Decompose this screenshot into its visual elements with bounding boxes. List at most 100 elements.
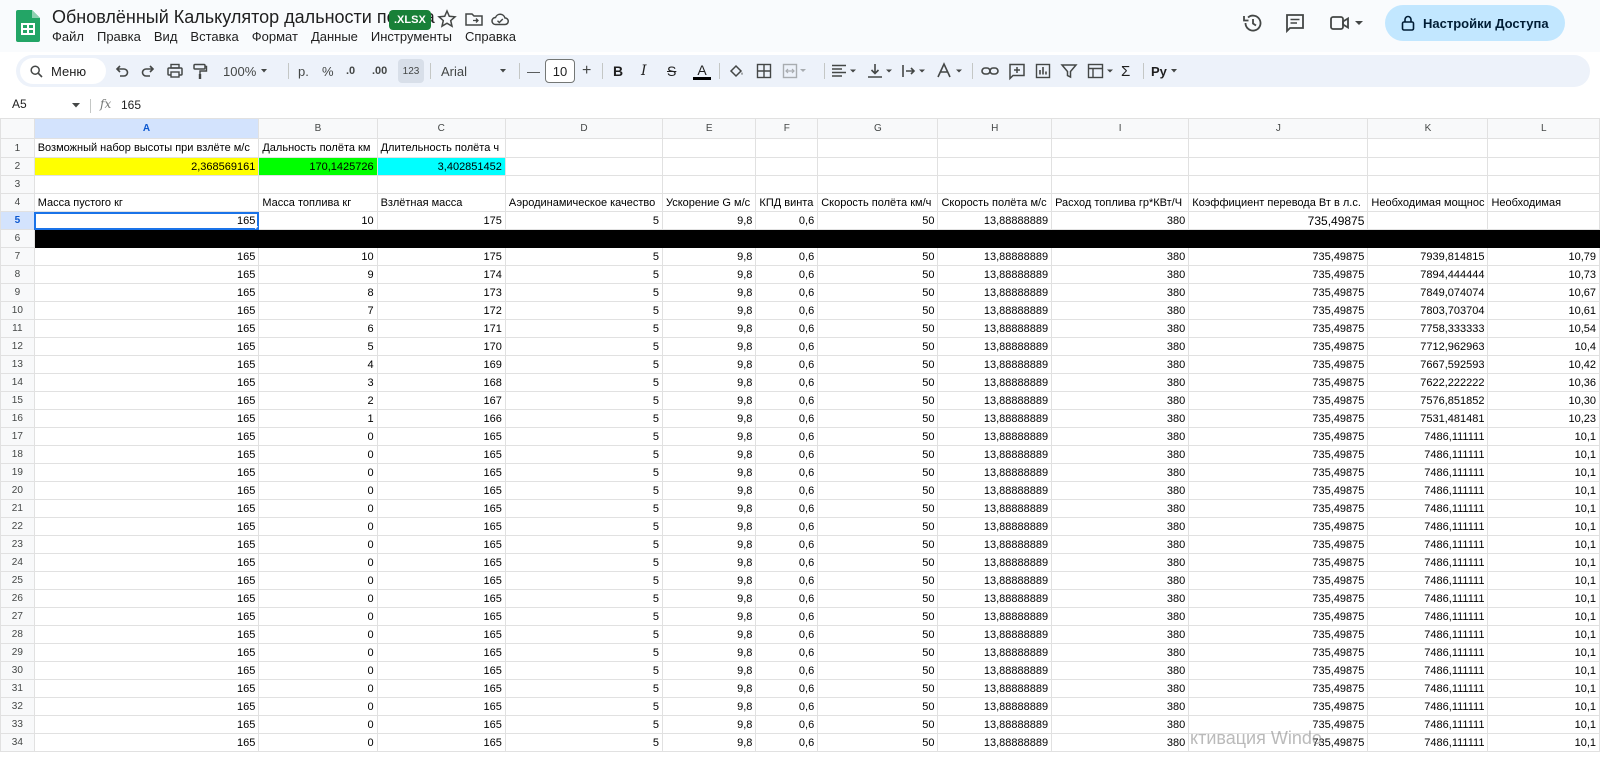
cell[interactable]: 50 <box>817 319 939 338</box>
cell[interactable]: 3 <box>258 373 378 392</box>
cell[interactable]: 7531,481481 <box>1367 409 1489 428</box>
row-header[interactable]: 10 <box>0 301 35 320</box>
cell[interactable]: 50 <box>817 643 939 662</box>
cell[interactable]: 5 <box>504 283 663 302</box>
cell[interactable]: 380 <box>1051 337 1190 356</box>
cell[interactable]: 5 <box>504 679 663 698</box>
cell[interactable]: 5 <box>504 211 663 230</box>
cell[interactable]: 0,6 <box>755 589 819 608</box>
header-cell[interactable]: Необходимая мощнос <box>1367 193 1489 212</box>
text-color-button[interactable]: A <box>693 55 711 87</box>
row-header[interactable]: 23 <box>0 535 35 554</box>
cell[interactable]: 10,67 <box>1487 283 1600 302</box>
cell[interactable]: 13,88888889 <box>937 445 1053 464</box>
cell[interactable]: 5 <box>504 481 663 500</box>
cell[interactable]: 380 <box>1051 265 1190 284</box>
column-header[interactable]: I <box>1051 118 1190 139</box>
cell[interactable]: 380 <box>1051 607 1190 626</box>
cell[interactable]: 9,8 <box>661 301 757 320</box>
cell[interactable] <box>504 175 663 194</box>
cell[interactable]: 0,6 <box>755 517 819 536</box>
cell[interactable]: 13,88888889 <box>937 625 1053 644</box>
cell[interactable]: 165 <box>33 427 260 446</box>
cell[interactable]: 9,8 <box>661 409 757 428</box>
cell[interactable]: 10,1 <box>1487 499 1600 518</box>
row-header[interactable]: 32 <box>0 697 35 716</box>
cell[interactable]: 4 <box>258 355 378 374</box>
borders-icon[interactable] <box>755 55 773 87</box>
cell[interactable]: 735,49875 <box>1188 427 1369 446</box>
cell[interactable]: 735,49875 <box>1188 517 1369 536</box>
sheets-logo-icon[interactable] <box>16 10 40 42</box>
fill-color-icon[interactable] <box>727 55 745 87</box>
header-cell[interactable]: Ускорение G м/с <box>661 193 757 212</box>
cell[interactable]: 165 <box>33 301 260 320</box>
cell[interactable]: 10,1 <box>1487 661 1600 680</box>
formula-input[interactable]: 165 <box>121 98 141 112</box>
row-header[interactable]: 3 <box>0 175 35 194</box>
cell[interactable]: 166 <box>376 409 506 428</box>
row-header[interactable]: 8 <box>0 265 35 284</box>
menu-edit[interactable]: Правка <box>97 29 147 44</box>
spreadsheet-grid[interactable]: A B C D E F G H I J K L 1 Возможный набо… <box>0 118 1600 761</box>
cell[interactable]: 13,88888889 <box>937 391 1053 410</box>
cell[interactable]: 13,88888889 <box>937 373 1053 392</box>
black-fill-cell[interactable] <box>376 229 506 248</box>
cell[interactable]: 7486,111111 <box>1367 553 1489 572</box>
cell[interactable]: 165 <box>33 391 260 410</box>
black-fill-cell[interactable] <box>504 229 663 248</box>
fill-handle[interactable] <box>255 226 258 229</box>
cell[interactable]: 165 <box>376 427 506 446</box>
cell[interactable]: 7486,111111 <box>1367 517 1489 536</box>
cell[interactable]: 9,8 <box>661 643 757 662</box>
cell[interactable]: 735,49875 <box>1188 643 1369 662</box>
row-header[interactable]: 26 <box>0 589 35 608</box>
cell[interactable]: 5 <box>504 697 663 716</box>
cell[interactable]: 50 <box>817 481 939 500</box>
cell[interactable] <box>1051 175 1190 194</box>
column-header[interactable]: G <box>817 118 939 139</box>
cell[interactable]: 175 <box>376 247 506 266</box>
cell[interactable]: 10,1 <box>1487 553 1600 572</box>
select-all-corner[interactable] <box>0 118 35 139</box>
cell[interactable]: 735,49875 <box>1188 679 1369 698</box>
row-header[interactable]: 33 <box>0 715 35 734</box>
cell[interactable]: 735,49875 <box>1188 373 1369 392</box>
increase-decimal-button[interactable]: .00 <box>372 55 387 87</box>
row-header[interactable]: 13 <box>0 355 35 374</box>
cell[interactable]: 0 <box>258 643 378 662</box>
cell[interactable]: 10,1 <box>1487 571 1600 590</box>
cell[interactable]: 13,88888889 <box>937 535 1053 554</box>
share-button[interactable]: Настройки Доступа <box>1385 5 1565 41</box>
row-header[interactable]: 24 <box>0 553 35 572</box>
cell[interactable]: 7486,111111 <box>1367 427 1489 446</box>
search-menus-button[interactable]: Меню <box>20 58 106 84</box>
cell[interactable] <box>661 157 757 176</box>
text-wrapping-icon[interactable] <box>900 55 928 87</box>
cell[interactable]: 13,88888889 <box>937 355 1053 374</box>
cell[interactable]: 10,1 <box>1487 643 1600 662</box>
cell[interactable]: 170 <box>376 337 506 356</box>
cell[interactable]: 10,1 <box>1487 679 1600 698</box>
cell[interactable]: 13,88888889 <box>937 337 1053 356</box>
cell[interactable]: 0 <box>258 715 378 734</box>
black-fill-cell[interactable] <box>1487 229 1600 248</box>
cell[interactable]: 171 <box>376 319 506 338</box>
cell[interactable]: 7486,111111 <box>1367 463 1489 482</box>
cell[interactable]: 50 <box>817 553 939 572</box>
cell[interactable]: 50 <box>817 571 939 590</box>
cell[interactable]: 7486,111111 <box>1367 535 1489 554</box>
header-cell[interactable]: Масса пустого кг <box>33 193 260 212</box>
zoom-select[interactable]: 100% <box>223 55 272 87</box>
cell[interactable]: 165 <box>33 625 260 644</box>
cell[interactable]: 0,6 <box>755 445 819 464</box>
cell[interactable]: 50 <box>817 697 939 716</box>
cell[interactable]: 0,6 <box>755 463 819 482</box>
cell[interactable]: 380 <box>1051 589 1190 608</box>
cell[interactable]: 735,49875 <box>1188 463 1369 482</box>
cell[interactable]: 165 <box>376 517 506 536</box>
cell[interactable]: 50 <box>817 301 939 320</box>
cell[interactable]: 7894,444444 <box>1367 265 1489 284</box>
cell[interactable]: 50 <box>817 517 939 536</box>
cell[interactable]: 9,8 <box>661 373 757 392</box>
